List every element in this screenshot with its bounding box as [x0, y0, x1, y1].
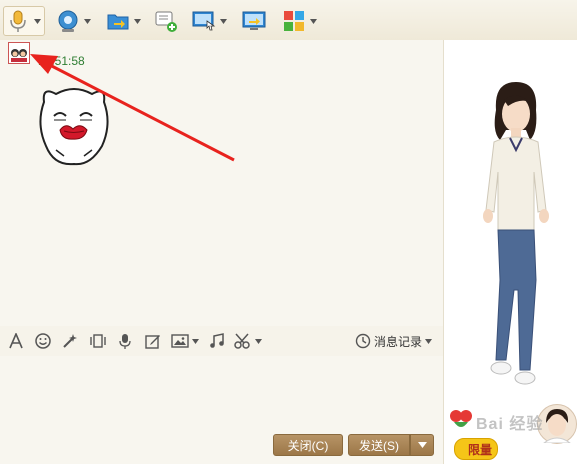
chevron-down-icon[interactable] [134, 18, 141, 24]
chat-toolbar [0, 0, 330, 40]
webcam-icon [58, 10, 78, 32]
sender-avatar[interactable] [8, 42, 30, 64]
gift-icon [450, 410, 472, 427]
limited-badge[interactable]: 限量 [454, 438, 498, 460]
chevron-down-icon[interactable] [220, 18, 227, 24]
avatar-show-figure[interactable] [468, 80, 558, 410]
chevron-down-icon[interactable] [192, 338, 199, 344]
avatar-icon [11, 49, 27, 62]
handwriting-button[interactable] [145, 331, 161, 351]
show-panel: 限量 [443, 40, 577, 464]
new-discussion-button[interactable] [154, 8, 178, 34]
screenshot-button[interactable] [234, 331, 262, 351]
clock-icon [355, 333, 371, 349]
edit-pen-icon [145, 335, 160, 349]
monitor-share-icon [242, 11, 266, 30]
input-toolbar: 消息记录 [0, 326, 443, 356]
magic-wand-icon [63, 334, 77, 348]
apps-button[interactable] [282, 8, 317, 34]
smiley-icon [35, 333, 51, 349]
voice-call-button[interactable] [3, 6, 45, 36]
emoji-button[interactable] [35, 331, 51, 351]
chevron-down-icon[interactable] [425, 338, 433, 344]
message-history-label: 消息记录 [374, 334, 423, 349]
screen-share-button[interactable] [242, 8, 266, 34]
chevron-down-icon[interactable] [84, 18, 91, 24]
microphone-icon [10, 10, 26, 32]
microphone-icon [119, 334, 131, 349]
send-button[interactable]: 发送(S) [348, 434, 410, 456]
message-history-button[interactable]: 消息记录 [355, 331, 433, 351]
remote-assist-button[interactable] [192, 8, 227, 34]
image-icon [171, 334, 189, 348]
send-options-button[interactable] [410, 434, 434, 456]
close-button[interactable]: 关闭(C) [273, 434, 343, 456]
send-image-button[interactable] [171, 331, 199, 351]
font-button[interactable] [8, 331, 24, 351]
kiss-face-emoticon [39, 88, 109, 166]
message-timestamp: 10:51:58 [38, 54, 85, 68]
watermark: Bai 经验 [476, 416, 544, 433]
shake-window-button[interactable] [89, 331, 107, 351]
magic-effect-button[interactable] [62, 331, 78, 351]
shake-icon [90, 334, 106, 348]
message-history-area[interactable] [0, 40, 443, 326]
chat-plus-icon [155, 11, 177, 32]
chevron-down-icon[interactable] [255, 338, 262, 344]
chevron-down-icon[interactable] [310, 18, 317, 24]
video-call-button[interactable] [56, 8, 91, 34]
chevron-down-icon[interactable] [34, 18, 41, 24]
grid-apps-icon [284, 11, 304, 31]
folder-arrow-icon [107, 14, 129, 30]
music-button[interactable] [209, 331, 225, 351]
file-transfer-button[interactable] [106, 8, 141, 34]
scissors-icon [234, 333, 250, 349]
voice-message-button[interactable] [118, 331, 132, 351]
chevron-down-icon [417, 442, 427, 448]
music-note-icon [210, 333, 224, 348]
screen-cursor-icon [192, 11, 216, 31]
avatar-icon [542, 409, 572, 444]
font-icon [9, 333, 23, 349]
